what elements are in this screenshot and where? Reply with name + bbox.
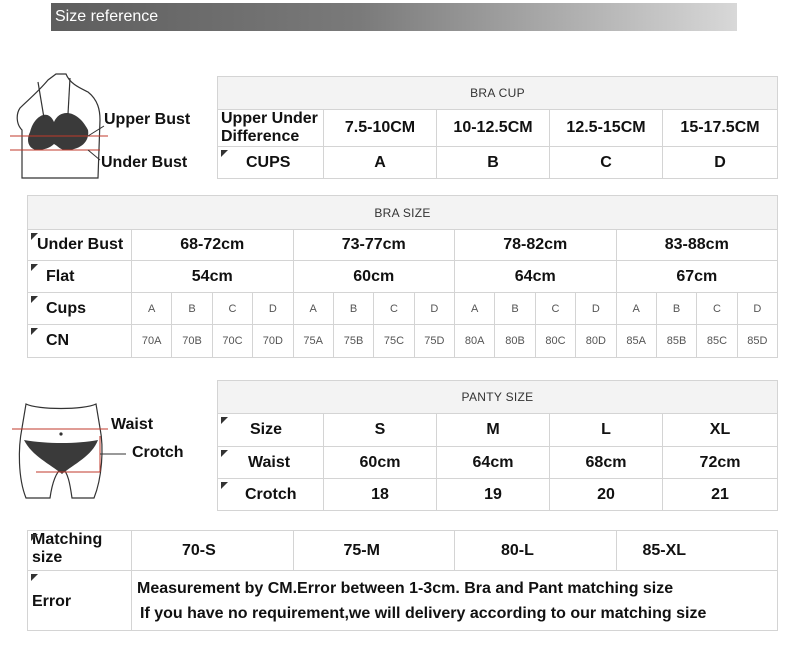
bust-illustration	[10, 73, 108, 179]
cups-cell: B	[171, 292, 213, 325]
bra-size-title: BRA SIZE	[26, 195, 779, 230]
size-l: L	[549, 413, 663, 447]
size-xl: XL	[661, 413, 779, 447]
difference-a: 7.5-10CM	[323, 109, 437, 147]
cn-cell: 80D	[575, 324, 617, 358]
panty-size-title: PANTY SIZE	[216, 380, 779, 414]
cn-cell: 70B	[171, 324, 213, 358]
cups-cell: B	[332, 292, 375, 325]
upper-bust-label: Upper Bust	[104, 111, 191, 128]
cn-cell: 85C	[696, 324, 738, 358]
under-bust-75: 73-77cm	[292, 229, 455, 261]
difference-b: 10-12.5CM	[436, 109, 550, 147]
cn-cell: 80C	[534, 324, 577, 358]
waist-label: Waist	[111, 416, 154, 433]
panty-illustration	[12, 403, 126, 499]
cn-cell: 70D	[252, 324, 294, 358]
flat-70: 54cm	[131, 260, 294, 293]
waist-m: 64cm	[436, 446, 550, 479]
cups-cell: D	[252, 292, 294, 325]
under-bust-label: Under Bust	[101, 154, 188, 171]
size-row-label: Size	[217, 413, 324, 447]
cn-cell: 75A	[292, 324, 334, 358]
bra-cup-title: BRA CUP	[216, 76, 779, 110]
under-bust-70: 68-72cm	[131, 229, 294, 261]
cup-b: B	[436, 146, 550, 179]
cn-cell: 85A	[615, 324, 657, 358]
cup-d: D	[661, 146, 779, 179]
cn-cell: 75D	[413, 324, 456, 358]
cn-cell: 75C	[373, 324, 415, 358]
error-label: Error	[27, 570, 132, 631]
waist-row-label: Waist	[217, 446, 324, 479]
cn-cell: 70A	[130, 324, 173, 358]
error-line-1: Measurement by CM.Error between 1-3cm. B…	[137, 579, 674, 597]
cups-label: CUPS	[217, 146, 324, 179]
under-bust-80: 78-82cm	[454, 229, 617, 261]
flat-85: 67cm	[615, 260, 779, 293]
cn-cell: 85D	[736, 324, 779, 358]
error-line-2: If you have no requirement,we will deliv…	[140, 604, 707, 622]
cups-cell: D	[575, 292, 617, 325]
cn-row-label: CN	[27, 324, 132, 358]
flat-80: 64cm	[454, 260, 617, 293]
cups-cell: C	[696, 292, 738, 325]
panty-size-table: PANTY SIZE Size S M L XL Waist 60cm 64cm…	[216, 380, 779, 511]
flat-row-label: Flat	[27, 260, 132, 293]
upper-under-difference-label: Upper Under Difference	[217, 109, 324, 147]
cups-cell: B	[655, 292, 698, 325]
matching-size-label: Matching size	[27, 530, 132, 571]
cups-cell: D	[736, 292, 779, 325]
matching-85: 85-XL	[615, 530, 778, 571]
crotch-s: 18	[323, 478, 437, 511]
bra-size-table: BRA SIZE Under Bust 68-72cm 73-77cm 78-8…	[26, 195, 779, 358]
section-header: Size reference	[51, 3, 737, 31]
cups-cell: A	[292, 292, 334, 325]
cn-cell: 80B	[494, 324, 536, 358]
matching-75: 75-M	[292, 530, 455, 571]
panty-figure	[8, 398, 128, 503]
size-m: M	[436, 413, 550, 447]
bust-figure	[8, 70, 208, 190]
cn-cell: 85B	[655, 324, 698, 358]
matching-70: 70-S	[131, 530, 294, 571]
waist-xl: 72cm	[661, 446, 779, 479]
waist-l: 68cm	[549, 446, 663, 479]
error-text: Measurement by CM.Error between 1-3cm. B…	[131, 570, 778, 631]
cups-cell: C	[534, 292, 577, 325]
flat-75: 60cm	[292, 260, 455, 293]
cups-cell: B	[494, 292, 536, 325]
section-title: Size reference	[55, 8, 159, 25]
difference-d: 15-17.5CM	[661, 109, 779, 147]
cup-a: A	[323, 146, 437, 179]
cn-cell: 75B	[332, 324, 375, 358]
crotch-row-label: Crotch	[217, 478, 324, 511]
cn-cell: 70C	[211, 324, 254, 358]
difference-c: 12.5-15CM	[549, 109, 663, 147]
size-s: S	[323, 413, 437, 447]
cups-cell: C	[373, 292, 415, 325]
crotch-m: 19	[436, 478, 550, 511]
cups-cell: A	[615, 292, 657, 325]
cups-cell: A	[453, 292, 496, 325]
matching-80: 80-L	[454, 530, 617, 571]
waist-s: 60cm	[323, 446, 437, 479]
crotch-xl: 21	[661, 478, 779, 511]
bra-cup-table: BRA CUP Upper Under Difference 7.5-10CM …	[216, 76, 779, 179]
cups-cell: D	[413, 292, 456, 325]
under-bust-85: 83-88cm	[615, 229, 779, 261]
cn-cell: 80A	[453, 324, 496, 358]
crotch-label: Crotch	[132, 444, 184, 461]
cup-c: C	[549, 146, 663, 179]
matching-table: Matching size 70-S 75-M 80-L 85-XL Error…	[27, 530, 778, 631]
crotch-l: 20	[549, 478, 663, 511]
cups-cell: C	[211, 292, 254, 325]
cups-cell: A	[130, 292, 173, 325]
under-bust-row-label: Under Bust	[27, 229, 132, 261]
cups-row-label: Cups	[27, 292, 132, 325]
